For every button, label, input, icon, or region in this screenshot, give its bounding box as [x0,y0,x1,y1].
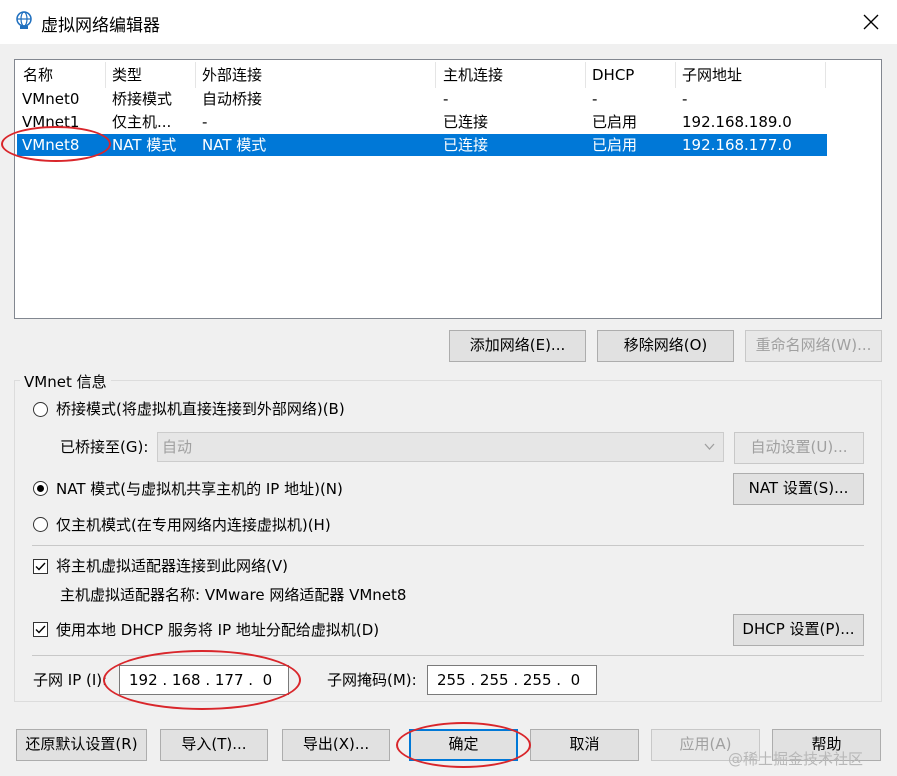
cell-name: VMnet0 [22,90,80,108]
bridged-radio-label[interactable]: 桥接模式(将虚拟机直接连接到外部网络)(B) [56,398,345,420]
column-header-subnet[interactable]: 子网地址 [682,63,742,87]
column-header-type[interactable]: 类型 [112,63,142,87]
column-header-dhcp[interactable]: DHCP [592,63,634,87]
add-network-button[interactable]: 添加网络(E)... [449,330,586,362]
nat-settings-button[interactable]: NAT 设置(S)... [733,473,864,505]
cell-external: NAT 模式 [202,136,267,154]
cell-type: NAT 模式 [112,136,177,154]
column-header-external[interactable]: 外部连接 [202,63,262,87]
chevron-down-icon [704,443,715,450]
window-title: 虚拟网络编辑器 [41,16,160,36]
cell-host: 已连接 [443,136,489,154]
column-header-host[interactable]: 主机连接 [443,63,503,87]
rename-network-button[interactable]: 重命名网络(W)... [745,330,882,362]
column-divider[interactable] [585,62,586,88]
export-button[interactable]: 导出(X)... [282,729,390,761]
dhcp-settings-button[interactable]: DHCP 设置(P)... [733,614,864,646]
subnet-mask-label: 子网掩码(M): [327,671,417,689]
annotation-ellipse [396,722,531,768]
checkmark-icon [35,562,46,571]
subnet-ip-label: 子网 IP (I): [33,671,108,689]
cell-subnet: 192.168.177.0 [682,136,792,154]
table-row[interactable]: VMnet1 仅主机... - 已连接 已启用 192.168.189.0 [15,111,827,133]
close-button[interactable] [848,6,894,38]
hostonly-radio-label[interactable]: 仅主机模式(在专用网络内连接虚拟机)(H) [56,514,331,536]
table-row[interactable]: VMnet0 桥接模式 自动桥接 - - - [15,88,827,110]
nat-radio-button[interactable] [33,481,48,496]
cell-external: 自动桥接 [202,90,263,108]
column-divider[interactable] [675,62,676,88]
divider [32,545,864,546]
vmnet-info-group [14,380,882,702]
cell-type: 仅主机... [112,113,172,131]
column-divider[interactable] [435,62,436,88]
cell-dhcp: 已启用 [592,113,638,131]
column-divider[interactable] [105,62,106,88]
bridged-radio-button[interactable] [33,402,48,417]
checkmark-icon [35,625,46,634]
bridged-to-select[interactable]: 自动 [157,432,724,462]
column-header-name[interactable]: 名称 [23,63,53,87]
cell-dhcp: - [592,90,598,108]
cell-subnet: 192.168.189.0 [682,113,792,131]
auto-settings-button[interactable]: 自动设置(U)... [734,432,864,464]
import-button[interactable]: 导入(T)... [160,729,268,761]
remove-network-button[interactable]: 移除网络(O) [597,330,734,362]
network-globe-icon [16,11,32,29]
vmnet-info-title: VMnet 信息 [20,371,111,392]
hostonly-radio-button[interactable] [33,517,48,532]
title-bar: 虚拟网络编辑器 [0,0,897,44]
dhcp-label[interactable]: 使用本地 DHCP 服务将 IP 地址分配给虚拟机(D) [56,619,379,641]
cancel-button[interactable]: 取消 [530,729,639,761]
cell-host: - [443,90,449,108]
watermark-text: @稀土掘金技术社区 [728,750,864,768]
column-divider[interactable] [825,62,826,88]
bridged-to-value: 自动 [162,438,193,456]
restore-defaults-button[interactable]: 还原默认设置(R) [16,729,147,761]
nat-radio-label[interactable]: NAT 模式(与虚拟机共享主机的 IP 地址)(N) [56,478,343,500]
cell-external: - [202,113,208,131]
adapter-name-text: 主机虚拟适配器名称: VMware 网络适配器 VMnet8 [60,586,407,604]
cell-subnet: - [682,90,688,108]
subnet-mask-input[interactable]: 255 . 255 . 255 . 0 [427,665,597,695]
annotation-ellipse [1,126,111,162]
cell-host: 已连接 [443,113,489,131]
connect-adapter-label[interactable]: 将主机虚拟适配器连接到此网络(V) [56,555,288,577]
column-divider[interactable] [195,62,196,88]
cell-type: 桥接模式 [112,90,173,108]
table-row-selected[interactable]: VMnet8 NAT 模式 NAT 模式 已连接 已启用 192.168.177… [17,134,827,156]
network-list[interactable]: 名称 类型 外部连接 主机连接 DHCP 子网地址 VMnet0 桥接模式 自动… [14,59,882,319]
cell-dhcp: 已启用 [592,136,638,154]
close-icon [863,14,879,30]
bridged-to-label: 已桥接至(G): [60,438,149,456]
annotation-ellipse [103,650,301,710]
dhcp-checkbox[interactable] [33,622,48,637]
connect-adapter-checkbox[interactable] [33,559,48,574]
